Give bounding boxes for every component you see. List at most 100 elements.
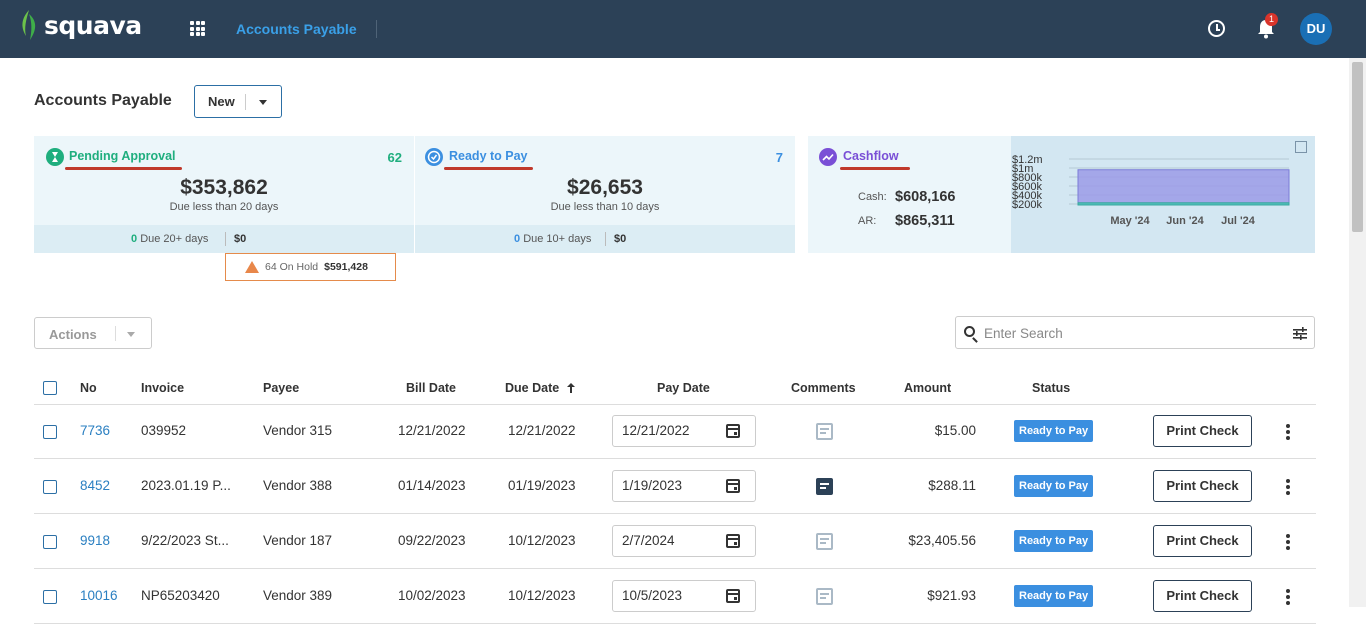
warning-triangle-icon	[245, 261, 259, 273]
cashflow-chart[interactable]: $1.2m $1m $800k $600k $400k $200k May '24 Jun '…	[1011, 136, 1315, 253]
due-date-cell: 10/12/2023	[508, 533, 576, 548]
chevron-down-icon	[259, 100, 267, 105]
pending-amount: $353,862	[180, 176, 268, 199]
calendar-icon[interactable]	[726, 479, 740, 493]
pay-date-value: 12/21/2022	[622, 423, 690, 438]
due-date-cell: 12/21/2022	[508, 423, 576, 438]
chevron-down-icon	[127, 332, 135, 337]
x-tick-label: Jun '24	[1166, 215, 1204, 227]
cashflow-title[interactable]: Cashflow	[843, 149, 899, 163]
ar-label: AR:	[858, 215, 877, 227]
pay-date-value: 2/7/2024	[622, 533, 675, 548]
pay-date-field[interactable]: 10/5/2023	[612, 580, 756, 612]
payee-cell: Vendor 187	[263, 533, 333, 548]
pay-date-field[interactable]: 2/7/2024	[612, 525, 756, 557]
comment-icon[interactable]	[816, 423, 833, 440]
invoice-cell: 2023.01.19 P...	[141, 478, 231, 493]
col-due-date[interactable]: Due Date	[505, 381, 559, 395]
search-box[interactable]	[955, 316, 1315, 349]
status-badge: Ready to Pay	[1014, 530, 1094, 552]
button-separator	[245, 94, 246, 110]
print-check-button[interactable]: Print Check	[1153, 415, 1252, 447]
ready-due-text: Due less than 10 days	[550, 201, 660, 213]
bill-number-link[interactable]: 7736	[80, 423, 110, 438]
comment-icon[interactable]	[816, 533, 833, 550]
col-payee[interactable]: Payee	[263, 381, 299, 395]
pending-foot-amount: $0	[234, 233, 247, 245]
bill-date-cell: 01/14/2023	[398, 478, 466, 493]
pending-approval-title[interactable]: Pending Approval	[69, 149, 176, 163]
open-external-icon[interactable]	[1295, 141, 1307, 153]
amount-cell: $15.00	[934, 423, 976, 438]
print-check-button[interactable]: Print Check	[1153, 580, 1252, 612]
scrollbar-thumb[interactable]	[1352, 62, 1363, 232]
more-options-icon[interactable]	[1286, 479, 1290, 495]
ready-count: 7	[775, 150, 783, 165]
table-row[interactable]: 9918 9/22/2023 St... Vendor 187 09/22/2023 1…	[34, 514, 1316, 569]
row-checkbox[interactable]	[43, 425, 57, 439]
history-clock-icon[interactable]	[1208, 20, 1225, 37]
button-separator	[115, 326, 116, 341]
select-all-checkbox[interactable]	[43, 381, 57, 395]
comment-icon[interactable]	[816, 478, 833, 495]
ready-foot-label: Due 10+ days	[523, 233, 592, 245]
col-comments[interactable]: Comments	[791, 381, 856, 395]
pending-due-text: Due less than 20 days	[169, 201, 279, 213]
ready-to-pay-card[interactable]: Ready to Pay 7 $26,653 Due less than 10 …	[415, 136, 795, 253]
module-title[interactable]: Accounts Payable	[236, 21, 357, 37]
trending-up-icon	[819, 148, 837, 166]
user-avatar[interactable]: DU	[1300, 13, 1332, 45]
bill-date-cell: 10/02/2023	[398, 588, 466, 603]
actions-dropdown[interactable]: Actions	[34, 317, 152, 349]
calendar-icon[interactable]	[726, 424, 740, 438]
bill-number-link[interactable]: 8452	[80, 478, 110, 493]
cashflow-card[interactable]: Cashflow Cash: $608,166 AR: $865,311	[808, 136, 1011, 253]
col-status[interactable]: Status	[1032, 381, 1070, 395]
calendar-icon[interactable]	[726, 589, 740, 603]
pay-date-field[interactable]: 1/19/2023	[612, 470, 756, 502]
more-options-icon[interactable]	[1286, 424, 1290, 440]
filter-sliders-icon[interactable]	[1293, 327, 1307, 340]
amount-cell: $921.93	[927, 588, 976, 603]
table-row[interactable]: 7736 039952 Vendor 315 12/21/2022 12/21/2022…	[34, 404, 1316, 459]
invoice-cell: 039952	[141, 423, 187, 438]
cash-label: Cash:	[858, 191, 887, 203]
print-check-button[interactable]: Print Check	[1153, 525, 1252, 557]
col-pay-date[interactable]: Pay Date	[657, 381, 710, 395]
squava-logo[interactable]: squava	[18, 8, 142, 42]
row-checkbox[interactable]	[43, 480, 57, 494]
row-checkbox[interactable]	[43, 590, 57, 604]
ready-to-pay-title[interactable]: Ready to Pay	[449, 149, 528, 163]
pending-count: 62	[387, 150, 402, 165]
row-checkbox[interactable]	[43, 535, 57, 549]
bill-number-link[interactable]: 10016	[80, 588, 118, 603]
table-row[interactable]: 8452 2023.01.19 P... Vendor 388 01/14/2023 0…	[34, 459, 1316, 514]
more-options-icon[interactable]	[1286, 589, 1290, 605]
page-title: Accounts Payable	[34, 92, 172, 109]
cashflow-series-area	[1077, 169, 1290, 206]
apps-grid-icon[interactable]	[190, 21, 205, 36]
search-input[interactable]	[984, 323, 1274, 343]
print-check-button[interactable]: Print Check	[1153, 470, 1252, 502]
on-hold-box[interactable]: 64 On Hold $591,428	[225, 253, 396, 281]
calendar-icon[interactable]	[726, 534, 740, 548]
cashflow-series-area	[1077, 202, 1290, 206]
pending-approval-card[interactable]: Pending Approval 62 $353,862 Due less th…	[34, 136, 414, 253]
sort-arrow-up-icon[interactable]	[567, 383, 575, 393]
pay-date-field[interactable]: 12/21/2022	[612, 415, 756, 447]
pay-date-value: 1/19/2023	[622, 478, 683, 493]
ready-foot-count: 0	[514, 233, 521, 245]
amount-cell: $23,405.56	[908, 533, 976, 548]
comment-icon[interactable]	[816, 588, 833, 605]
col-bill-date[interactable]: Bill Date	[406, 381, 456, 395]
col-amount[interactable]: Amount	[904, 381, 951, 395]
table-row[interactable]: 10016 NP65203420 Vendor 389 10/02/2023 10/12…	[34, 569, 1316, 624]
col-no[interactable]: No	[80, 381, 97, 395]
check-circle-icon	[425, 148, 443, 166]
new-dropdown-button[interactable]: New	[194, 85, 282, 118]
pending-card-footer: 0 Due 20+ days $0	[34, 225, 414, 253]
status-badge: Ready to Pay	[1014, 585, 1094, 607]
col-invoice[interactable]: Invoice	[141, 381, 184, 395]
more-options-icon[interactable]	[1286, 534, 1290, 550]
bill-number-link[interactable]: 9918	[80, 533, 110, 548]
